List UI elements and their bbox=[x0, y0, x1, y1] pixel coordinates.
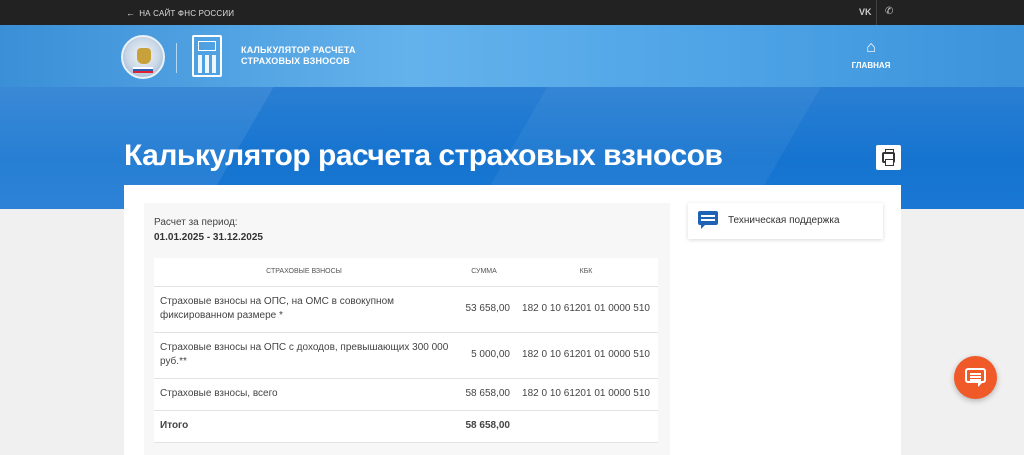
column-header-kbk: КБК bbox=[514, 258, 658, 287]
chat-fab-button[interactable] bbox=[954, 356, 997, 399]
calculator-logo[interactable] bbox=[192, 35, 222, 77]
chat-bubble-icon bbox=[965, 368, 986, 387]
flag-icon bbox=[133, 67, 153, 73]
content-card: Расчет за период: 01.01.2025 - 31.12.202… bbox=[124, 185, 901, 455]
row-sum: 53 658,00 bbox=[454, 286, 514, 333]
home-label: ГЛАВНАЯ bbox=[851, 61, 891, 70]
contributions-table: СТРАХОВЫЕ ВЗНОСЫ СУММА КБК Страховые взн… bbox=[154, 258, 658, 443]
row-sum: 5 000,00 bbox=[454, 332, 514, 379]
period-value: 01.01.2025 - 31.12.2025 bbox=[154, 232, 263, 243]
fns-emblem-logo[interactable] bbox=[121, 35, 165, 79]
table-row: Страховые взносы, всего 58 658,00 182 0 … bbox=[154, 378, 658, 411]
vk-icon[interactable]: VK bbox=[859, 7, 872, 17]
row-kbk: 182 0 10 61201 01 0000 510 bbox=[514, 286, 658, 333]
site-header: КАЛЬКУЛЯТОР РАСЧЕТА СТРАХОВЫХ ВЗНОСОВ ⌂ … bbox=[0, 25, 1024, 87]
service-title-line1: КАЛЬКУЛЯТОР РАСЧЕТА bbox=[241, 45, 356, 55]
table-header-row: СТРАХОВЫЕ ВЗНОСЫ СУММА КБК bbox=[154, 258, 658, 287]
home-icon: ⌂ bbox=[866, 39, 876, 56]
total-sum: 58 658,00 bbox=[454, 410, 514, 443]
eagle-icon bbox=[137, 48, 151, 64]
calculator-display bbox=[198, 41, 216, 51]
phone-icon[interactable]: ✆ bbox=[885, 6, 893, 17]
row-name: Страховые взносы, всего bbox=[154, 378, 454, 411]
column-header-sum: СУММА bbox=[454, 258, 514, 287]
print-button[interactable] bbox=[876, 145, 901, 170]
row-kbk: 182 0 10 61201 01 0000 510 bbox=[514, 378, 658, 411]
total-label: Итого bbox=[154, 410, 454, 443]
divider bbox=[876, 0, 877, 25]
printer-icon bbox=[882, 149, 895, 166]
calculator-keys bbox=[198, 55, 216, 73]
result-panel: Расчет за период: 01.01.2025 - 31.12.202… bbox=[144, 203, 670, 455]
divider bbox=[176, 43, 177, 73]
home-link[interactable]: ⌂ ГЛАВНАЯ bbox=[846, 39, 896, 70]
service-title-line2: СТРАХОВЫХ ВЗНОСОВ bbox=[241, 56, 350, 66]
period-label: Расчет за период: bbox=[154, 217, 238, 228]
row-sum: 58 658,00 bbox=[454, 378, 514, 411]
chat-icon bbox=[698, 211, 718, 229]
row-kbk: 182 0 10 61201 01 0000 510 bbox=[514, 332, 658, 379]
service-title[interactable]: КАЛЬКУЛЯТОР РАСЧЕТА СТРАХОВЫХ ВЗНОСОВ bbox=[241, 45, 356, 67]
tech-support-link[interactable]: Техническая поддержка bbox=[688, 203, 883, 239]
column-header-contributions: СТРАХОВЫЕ ВЗНОСЫ bbox=[154, 258, 454, 287]
tech-support-label: Техническая поддержка bbox=[728, 215, 840, 226]
back-to-fns-link[interactable]: ← НА САЙТ ФНС РОССИИ bbox=[126, 8, 234, 18]
row-name: Страховые взносы на ОПС с доходов, превы… bbox=[154, 332, 454, 379]
table-row: Страховые взносы на ОПС, на ОМС в совоку… bbox=[154, 286, 658, 333]
table-row: Страховые взносы на ОПС с доходов, превы… bbox=[154, 332, 658, 379]
back-link-label: НА САЙТ ФНС РОССИИ bbox=[139, 8, 235, 18]
total-kbk bbox=[514, 410, 658, 443]
row-name: Страховые взносы на ОПС, на ОМС в совоку… bbox=[154, 286, 454, 333]
arrow-left-icon: ← bbox=[126, 8, 136, 18]
total-row: Итого 58 658,00 bbox=[154, 410, 658, 443]
top-bar: ← НА САЙТ ФНС РОССИИ VK ✆ bbox=[0, 0, 1024, 25]
page-title: Калькулятор расчета страховых взносов bbox=[124, 139, 723, 172]
